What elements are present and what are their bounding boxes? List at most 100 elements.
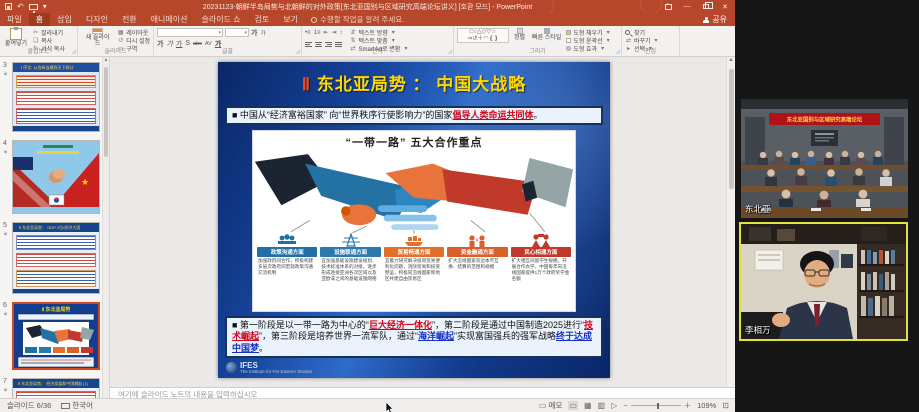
people-exchange-icon	[530, 233, 552, 247]
ribbon-display-options-button[interactable]	[660, 1, 676, 12]
tab-home[interactable]: 홈	[29, 13, 50, 26]
group-slides: 새 슬라이드 ▦레이아웃 ↺다시 설정 ▭구역 슬라이드	[78, 26, 154, 56]
group-drawing: □○△◇▽☆ ⇒↺＋◠❴❵ 정렬 빠른 스타일 도형 채우기▾ 도형 윤곽선▾ …	[454, 26, 622, 56]
customize-qat-icon[interactable]: ▾	[43, 3, 47, 11]
reset-button[interactable]: ↺다시 설정	[117, 37, 150, 44]
memo-button[interactable]: ▭ 메모	[539, 400, 562, 411]
window-controls: — ✕	[660, 0, 733, 13]
armwrestle-image: ★	[13, 141, 99, 213]
clipboard-dialog-launcher[interactable]: ◿	[72, 49, 76, 55]
shape-outline-button[interactable]: 도형 윤곽선▾	[566, 37, 611, 44]
infrastructure-icon	[340, 233, 362, 247]
slide-canvas: Ⅱ 东北亚局势 ： 中国大战略 ■ 中国从“经济富裕国家” 向“世界秩序行使影响…	[110, 57, 735, 387]
svg-text:东北亚国别与区域研究高端论坛: 东北亚国别与区域研究高端论坛	[787, 116, 863, 124]
paragraph-dialog-launcher[interactable]: ◿	[448, 49, 452, 55]
zoom-slider[interactable]: − ＋	[623, 400, 691, 411]
slide[interactable]: Ⅱ 东北亚局势 ： 中国大战略 ■ 中国从“经济富裕国家” 向“世界秩序行使影响…	[218, 62, 610, 378]
find-button[interactable]: 찾기	[625, 29, 660, 36]
paste-icon	[10, 28, 22, 40]
title-bar: ↶ ▾ 20231123-朝鲜半岛局势与北朝鲜的对外政策[东北亚国别与区域研究高…	[0, 0, 735, 13]
new-slide-icon	[92, 28, 103, 34]
new-slide-button[interactable]: 새 슬라이드	[81, 28, 114, 48]
copy-button[interactable]: ❏복사	[32, 37, 65, 44]
paste-button[interactable]: 붙여넣기	[3, 28, 29, 48]
arrange-button[interactable]: 정렬	[512, 28, 527, 48]
ifes-logo-icon	[226, 362, 237, 373]
fit-to-window-button[interactable]: ⊡	[722, 401, 729, 410]
svg-text:¥: ¥	[476, 238, 479, 244]
language-indicator[interactable]: 한국어	[61, 400, 93, 411]
tab-file[interactable]: 파일	[0, 13, 29, 26]
bri-column-finance: ¥ 资金融通方面 扩大沿线国家双边本币互换、结算的范围和规模	[447, 233, 507, 309]
font-name-combo[interactable]: ▾	[157, 28, 223, 37]
save-icon[interactable]	[5, 3, 12, 10]
font-size-combo[interactable]: ▾	[225, 28, 249, 37]
canvas-scrollbar[interactable]: ▲	[726, 57, 735, 387]
video-feed-conference-room[interactable]: 东北亚国别与区域研究高端论坛	[741, 99, 908, 218]
animation-indicator-icon: ✶	[3, 311, 8, 318]
start-slideshow-icon[interactable]	[29, 4, 38, 10]
align-text-button[interactable]: ⇅텍스트 맞춤▾	[350, 37, 410, 44]
restore-button[interactable]	[698, 1, 714, 12]
reading-view-button[interactable]: ▥	[598, 401, 606, 410]
tell-me-box[interactable]: 수행할 작업을 알려 주세요.	[305, 13, 410, 26]
slide-thumbnail-panel: 3✶ Ⅰ 序言: 从合纵连横到天下两分 4✶	[0, 57, 110, 398]
shape-outline-icon	[566, 38, 571, 43]
thumbnail-slide-4[interactable]: 4✶ ★	[12, 140, 100, 214]
zoom-level[interactable]: 109%	[697, 401, 716, 410]
text-direction-button[interactable]: ⇵텍스트 방향▾	[350, 29, 410, 36]
font-dialog-launcher[interactable]: ◿	[296, 49, 300, 55]
close-button[interactable]: ✕	[717, 1, 733, 12]
quick-styles-icon	[544, 28, 550, 34]
thumbnail-slide-3[interactable]: 3✶ Ⅰ 序言: 从合纵连横到天下两分	[12, 62, 100, 132]
bullets-button[interactable]: •≡	[305, 30, 311, 36]
shrink-font-icon[interactable]: 가	[260, 29, 265, 37]
find-icon	[625, 30, 630, 35]
reset-icon: ↺	[117, 37, 124, 44]
shapes-gallery[interactable]: □○△◇▽☆ ⇒↺＋◠❴❵	[457, 28, 509, 43]
decrease-indent-button[interactable]: ⇤	[323, 29, 328, 36]
increase-indent-button[interactable]: ⇥	[331, 29, 336, 36]
replace-icon: ⇄	[625, 37, 632, 44]
tab-slideshow[interactable]: 슬라이드 쇼	[194, 13, 247, 26]
line-spacing-button[interactable]: ↕	[340, 30, 343, 36]
thumbnail-slide-7[interactable]: 7✶ Ⅱ 东北亚局势： 经济发展和中国崛起 [1]	[12, 378, 100, 398]
video-conference-panel: 东北亚国别与区域研究高端论坛	[735, 0, 919, 412]
thumbnail-slide-6-selected[interactable]: 6✶ Ⅱ 东北亚局势	[12, 302, 100, 370]
thumbnail-scrollbar[interactable]: ▲	[102, 57, 109, 398]
tab-insert[interactable]: 삽입	[50, 13, 79, 26]
person-icon	[703, 17, 709, 23]
video-feed-speaker-active[interactable]: 李相万	[739, 222, 908, 341]
undo-icon[interactable]: ↶	[17, 3, 24, 11]
bri-column-trade: 贸易畅通方面 宜着力研究解决投资贸易便利化问题，消除贸易和投资壁垒，积极同沿线国…	[384, 233, 444, 309]
minimize-button[interactable]: —	[679, 1, 695, 12]
share-button[interactable]: 공유	[703, 13, 735, 26]
drawing-dialog-launcher[interactable]: ◿	[616, 49, 620, 55]
tab-design[interactable]: 디자인	[79, 13, 115, 26]
tab-animations[interactable]: 애니메이션	[144, 13, 195, 26]
tab-transitions[interactable]: 전환	[115, 13, 144, 26]
layout-button[interactable]: ▦레이아웃	[117, 29, 150, 36]
window-title: 20231123-朝鲜半岛局势与北朝鲜的对外政策[东北亚国别与区域研究高端论坛讲…	[0, 2, 735, 12]
cut-button[interactable]: ✂잘라내기	[32, 29, 65, 36]
thumbnail-slide-5[interactable]: 5✶ Ⅱ 东北亚局势： GDP 2位!经济大国	[12, 222, 100, 294]
zoom-knob[interactable]	[657, 403, 660, 409]
zoom-out-icon[interactable]: −	[623, 401, 627, 410]
tab-review[interactable]: 검토	[248, 13, 277, 26]
slide-sorter-view-button[interactable]: ▦	[584, 401, 592, 410]
shape-fill-button[interactable]: 도형 채우기▾	[566, 29, 611, 36]
animation-indicator-icon: ✶	[3, 71, 8, 78]
quick-styles-button[interactable]: 빠른 스타일	[530, 28, 563, 48]
normal-view-button[interactable]: ▭	[568, 401, 578, 410]
replace-button[interactable]: ⇄바꾸기▾	[625, 37, 660, 44]
notes-pane[interactable]: 여기에 슬라이드 노트의 내용을 입력하십시오	[110, 387, 735, 398]
grow-font-icon[interactable]: 가	[251, 28, 257, 38]
zoom-in-icon[interactable]: ＋	[684, 400, 692, 411]
ribbon-tab-row: 파일 홈 삽입 디자인 전환 애니메이션 슬라이드 쇼 검토 보기 수행할 작업…	[0, 13, 735, 26]
numbering-button[interactable]: 1≡	[314, 30, 321, 36]
slideshow-view-button[interactable]: ▷	[611, 401, 617, 410]
animation-indicator-icon: ✶	[3, 387, 8, 394]
animation-indicator-icon: ✶	[3, 149, 8, 156]
slide-title: Ⅱ 东北亚局势 ： 中国大战略	[218, 70, 610, 95]
tab-view[interactable]: 보기	[276, 13, 305, 26]
